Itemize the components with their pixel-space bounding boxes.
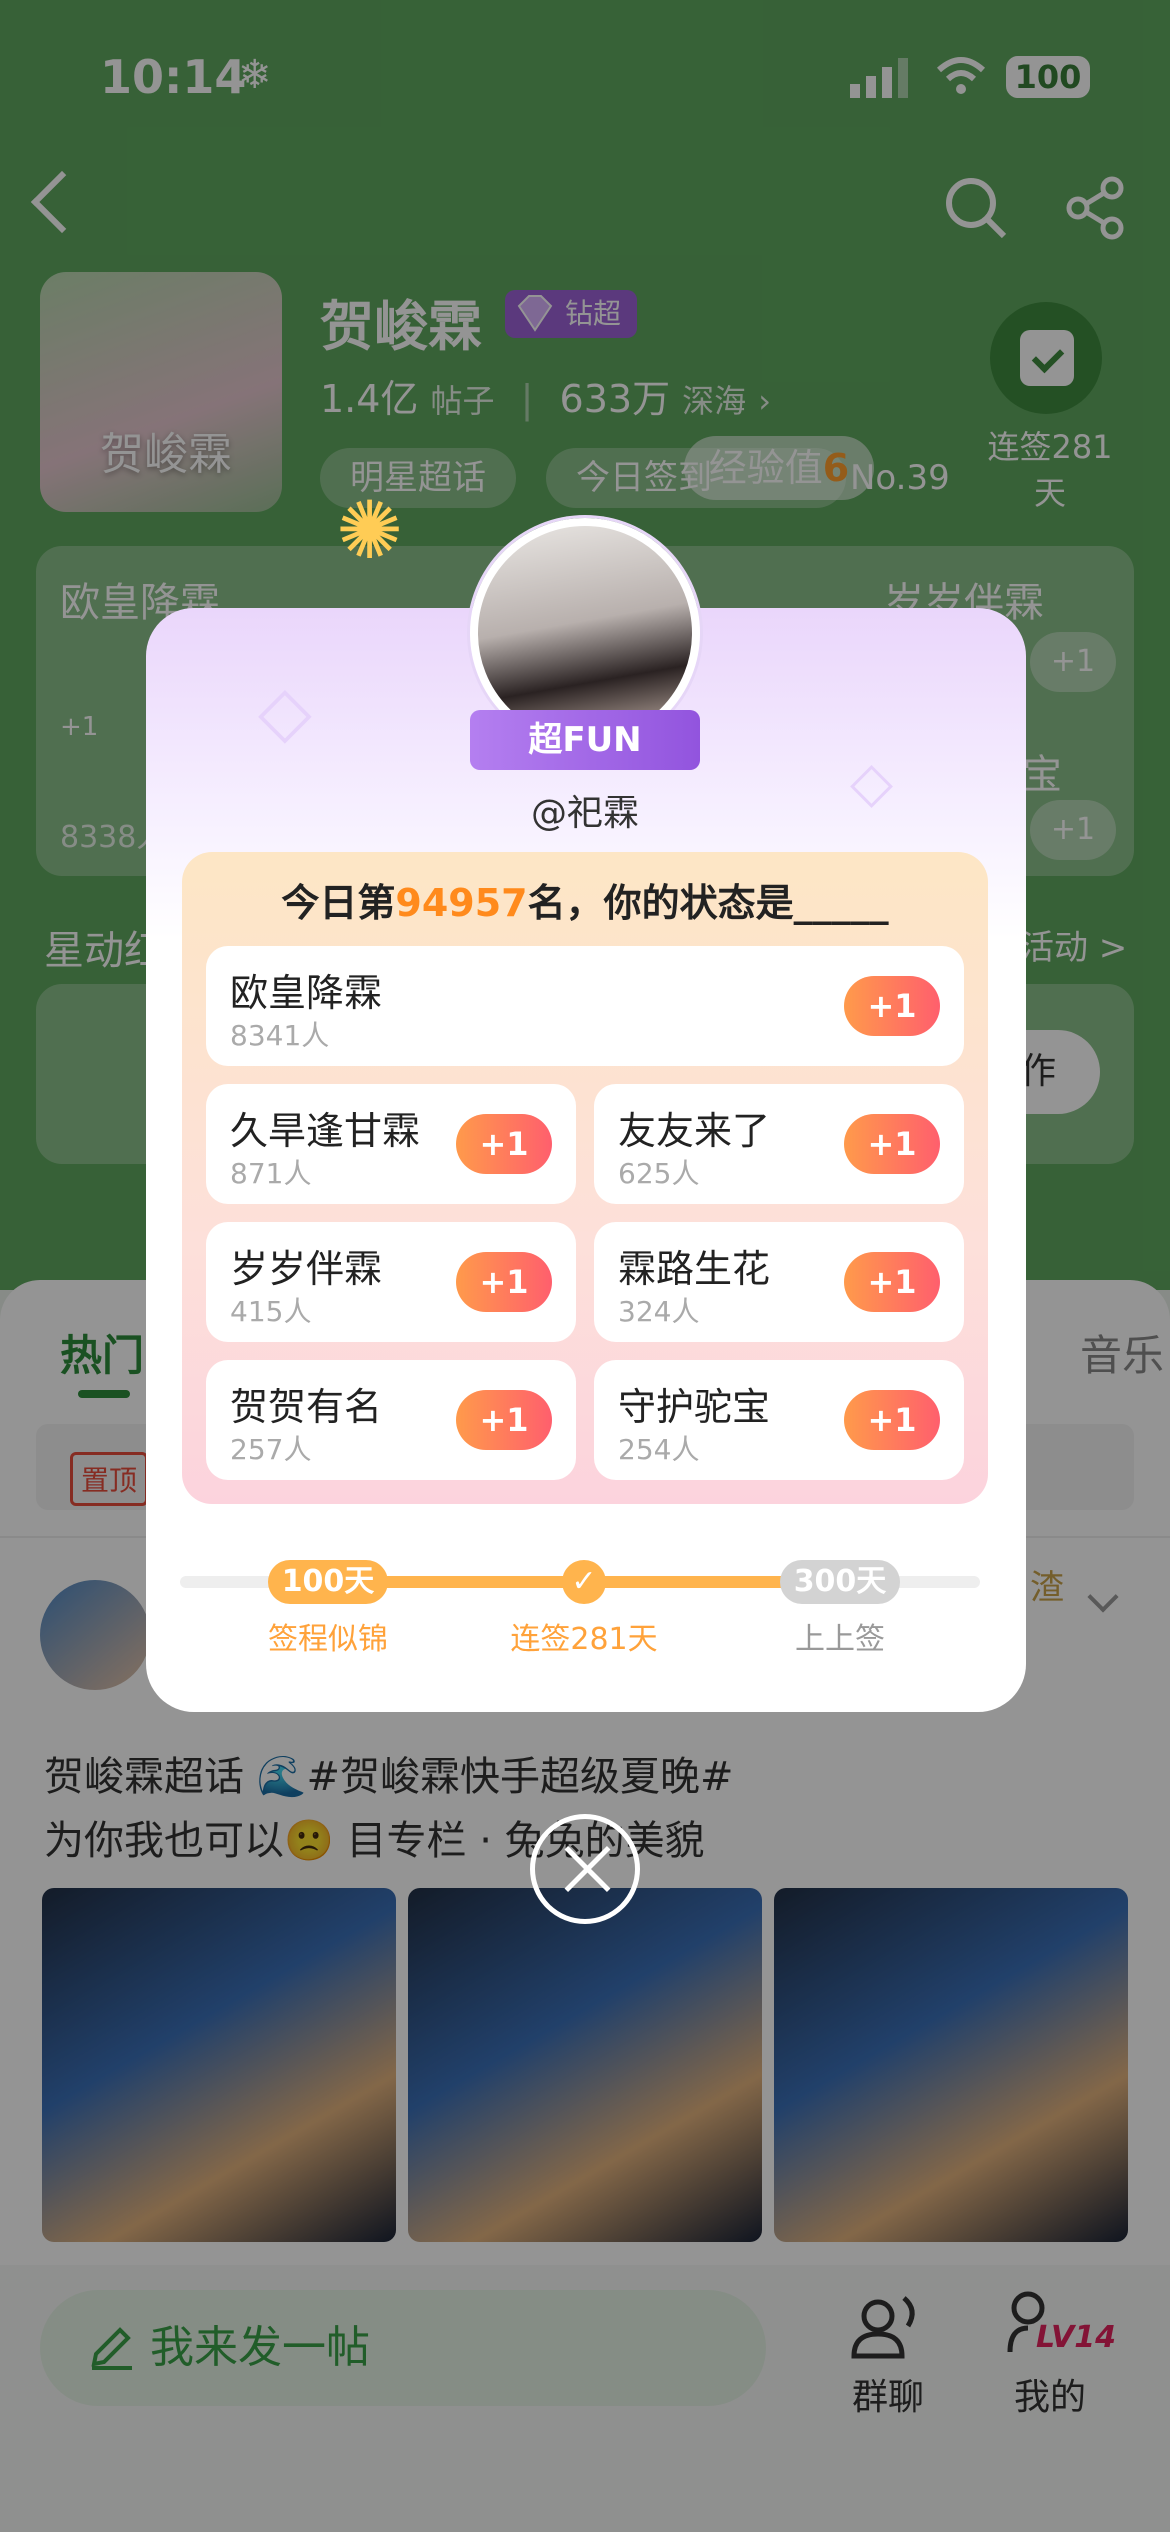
rank-line: 今日第94957名，你的状态是_____: [182, 872, 988, 927]
plus-one-button[interactable]: +1: [844, 1252, 940, 1312]
plus-one-button[interactable]: +1: [456, 1114, 552, 1174]
option-count: 415人: [230, 1295, 312, 1328]
milestone-badge: 100天: [268, 1560, 388, 1604]
option-count: 8341人: [230, 1019, 330, 1052]
status-option[interactable]: 守护驼宝 254人 +1: [594, 1360, 964, 1480]
option-label: 久旱逢甘霖: [230, 1109, 421, 1153]
milestone-badge: 300天: [780, 1560, 900, 1604]
option-label: 守护驼宝: [618, 1385, 771, 1429]
status-poll-card: 今日第94957名，你的状态是_____ 欧皇降霖 8341人 +1 久旱逢甘霖…: [182, 852, 988, 1504]
plus-one-button[interactable]: +1: [844, 976, 940, 1036]
milestone-label: 上上签: [795, 1622, 885, 1657]
plus-one-button[interactable]: +1: [844, 1114, 940, 1174]
milestone-label: 签程似锦: [268, 1622, 388, 1657]
option-count: 625人: [618, 1157, 700, 1190]
status-option[interactable]: 岁岁伴霖 415人 +1: [206, 1222, 576, 1342]
diamond-decoration-icon: ◇: [850, 750, 894, 815]
option-label: 贺贺有名: [230, 1385, 383, 1429]
milestone-label: 连签281天: [510, 1622, 658, 1657]
close-icon[interactable]: [530, 1814, 640, 1924]
plus-one-button[interactable]: +1: [456, 1390, 552, 1450]
option-count: 871人: [230, 1157, 312, 1190]
plus-one-button[interactable]: +1: [456, 1252, 552, 1312]
rank-suffix: 名，你的状态是_____: [527, 881, 889, 925]
milestone-check: ✓: [562, 1560, 606, 1604]
status-option[interactable]: 久旱逢甘霖 871人 +1: [206, 1084, 576, 1204]
status-option[interactable]: 贺贺有名 257人 +1: [206, 1360, 576, 1480]
fun-ribbon: 超FUN: [470, 710, 700, 770]
status-option[interactable]: 友友来了 625人 +1: [594, 1084, 964, 1204]
sparkle-icon: ✺: [336, 484, 404, 577]
status-option[interactable]: 霖路生花 324人 +1: [594, 1222, 964, 1342]
option-label: 霖路生花: [618, 1247, 771, 1291]
option-count: 254人: [618, 1433, 700, 1466]
status-option[interactable]: 欧皇降霖 8341人 +1: [206, 946, 964, 1066]
rank-prefix: 今日第: [281, 881, 396, 925]
option-label: 岁岁伴霖: [230, 1247, 383, 1291]
option-count: 257人: [230, 1433, 312, 1466]
rank-number: 94957: [395, 881, 528, 925]
diamond-decoration-icon: ◇: [258, 670, 312, 752]
option-label: 友友来了: [618, 1109, 771, 1153]
plus-one-button[interactable]: +1: [844, 1390, 940, 1450]
option-label: 欧皇降霖: [230, 971, 383, 1015]
username: @祀霖: [530, 793, 639, 834]
option-count: 324人: [618, 1295, 700, 1328]
streak-progress-fill: [328, 1576, 792, 1588]
